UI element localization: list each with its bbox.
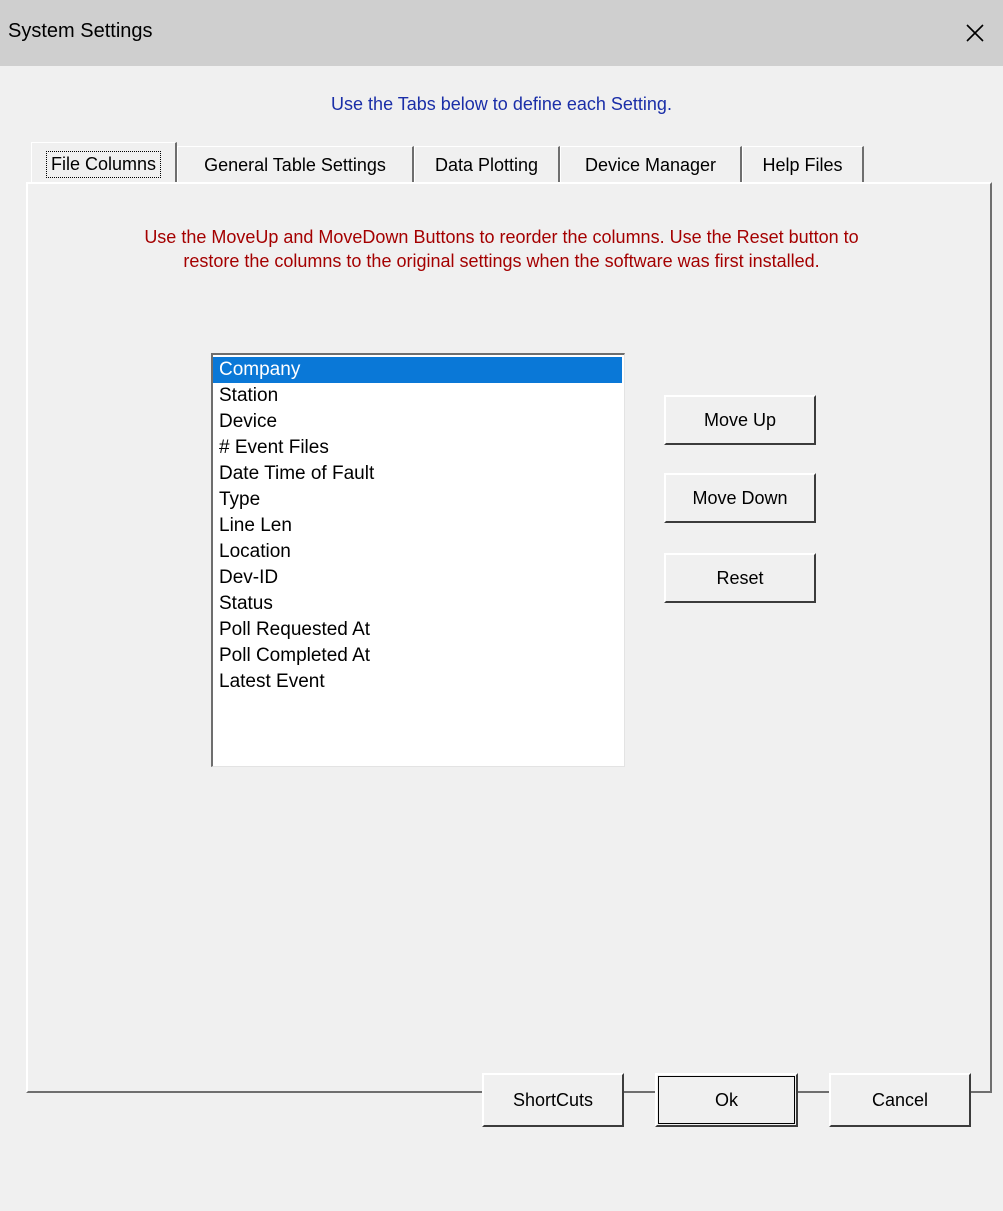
tab-help-files[interactable]: Help Files [742, 146, 864, 184]
list-item[interactable]: Poll Requested At [213, 617, 622, 643]
list-item[interactable]: # Event Files [213, 435, 622, 461]
tab-label: Data Plotting [434, 155, 539, 175]
tab-label: General Table Settings [204, 155, 386, 175]
list-item[interactable]: Device [213, 409, 622, 435]
shortcuts-button[interactable]: ShortCuts [482, 1073, 624, 1127]
tab-label: File Columns [45, 151, 162, 178]
instructions-text: Use the Tabs below to define each Settin… [331, 94, 672, 114]
cancel-button[interactable]: Cancel [829, 1073, 971, 1127]
title-bar: System Settings [0, 0, 1003, 66]
move-down-button[interactable]: Move Down [664, 473, 816, 523]
list-item[interactable]: Type [213, 487, 622, 513]
list-item[interactable]: Dev-ID [213, 565, 622, 591]
list-item[interactable]: Poll Completed At [213, 643, 622, 669]
list-item[interactable]: Latest Event [213, 669, 622, 695]
list-item[interactable]: Line Len [213, 513, 622, 539]
close-button[interactable] [947, 0, 1003, 66]
columns-listbox[interactable]: Company Station Device # Event Files Dat… [211, 353, 625, 767]
move-up-button[interactable]: Move Up [664, 395, 816, 445]
tab-device-manager[interactable]: Device Manager [560, 146, 742, 184]
tab-label: Device Manager [584, 155, 717, 175]
close-icon [966, 24, 984, 42]
list-item[interactable]: Company [213, 357, 622, 383]
list-item[interactable]: Station [213, 383, 622, 409]
list-item[interactable]: Location [213, 539, 622, 565]
tab-general-table-settings[interactable]: General Table Settings [177, 146, 414, 184]
reset-button[interactable]: Reset [664, 553, 816, 603]
tab-label: Help Files [762, 155, 843, 175]
list-item[interactable]: Status [213, 591, 622, 617]
reorder-instructions-line2: restore the columns to the original sett… [183, 251, 820, 271]
window-title: System Settings [8, 20, 153, 42]
reorder-instructions: Use the MoveUp and MoveDown Buttons to r… [0, 225, 1003, 273]
tab-file-columns[interactable]: File Columns [31, 142, 177, 186]
ok-button[interactable]: Ok [655, 1073, 798, 1127]
tab-data-plotting[interactable]: Data Plotting [414, 146, 560, 184]
list-item[interactable]: Date Time of Fault [213, 461, 622, 487]
reorder-instructions-line1: Use the MoveUp and MoveDown Buttons to r… [144, 227, 859, 247]
